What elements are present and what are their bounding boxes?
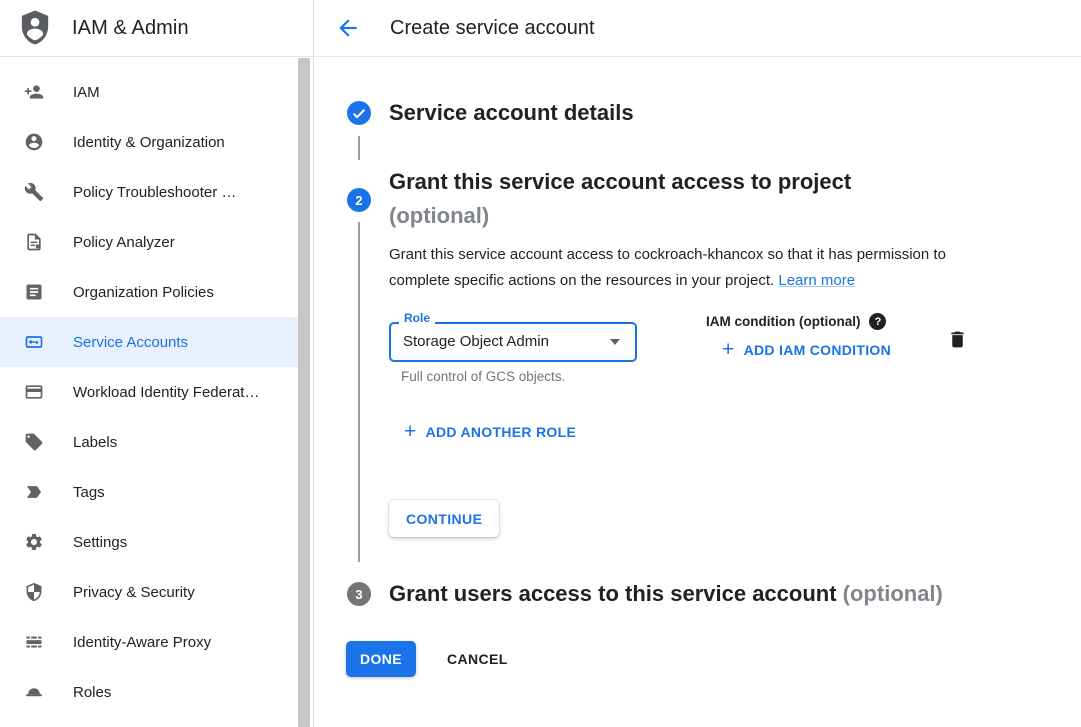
add-another-role-label: ADD ANOTHER ROLE: [426, 424, 577, 440]
sidebar-item-privacy-security[interactable]: Privacy & Security: [0, 567, 300, 617]
sidebar-item-label: Roles: [73, 684, 111, 701]
sidebar-item-identity-organization[interactable]: Identity & Organization: [0, 117, 300, 167]
sidebar-item-policy-troubleshooter[interactable]: Policy Troubleshooter …: [0, 167, 300, 217]
shield-icon: [24, 582, 44, 602]
tag-arrow-icon: [24, 482, 44, 502]
sidebar-item-label: Service Accounts: [73, 334, 188, 351]
service-account-key-icon: [24, 332, 44, 352]
sidebar-item-label: Privacy & Security: [73, 584, 195, 601]
step3-title-text: Grant users access to this service accou…: [389, 581, 837, 606]
sidebar: IAM & Admin IAM Identity & Organization …: [0, 0, 314, 727]
role-field-label: Role: [399, 311, 435, 325]
sidebar-item-label: Policy Troubleshooter …: [73, 184, 236, 201]
sidebar-header: IAM & Admin: [0, 0, 313, 57]
role-select[interactable]: Storage Object Admin: [389, 322, 637, 362]
account-circle-icon: [24, 132, 44, 152]
add-another-role-button[interactable]: + ADD ANOTHER ROLE: [404, 422, 576, 442]
iam-condition-label-text: IAM condition (optional): [706, 314, 860, 329]
gear-icon: [24, 532, 44, 552]
back-arrow-icon[interactable]: [335, 15, 361, 41]
continue-button[interactable]: CONTINUE: [389, 500, 499, 537]
sidebar-title: IAM & Admin: [72, 17, 189, 40]
role-selected-value: Storage Object Admin: [403, 324, 549, 360]
plus-icon: +: [404, 422, 417, 442]
sidebar-item-label: Identity & Organization: [73, 134, 225, 151]
sidebar-item-policy-analyzer[interactable]: Policy Analyzer: [0, 217, 300, 267]
policy-analyzer-icon: [24, 232, 44, 252]
sidebar-item-label: Labels: [73, 434, 117, 451]
sidebar-item-service-accounts[interactable]: Service Accounts: [0, 317, 300, 367]
iam-admin-shield-icon: [17, 9, 53, 47]
step2-description-text: Grant this service account access to coc…: [389, 246, 946, 289]
article-icon: [24, 282, 44, 302]
sidebar-item-identity-aware-proxy[interactable]: Identity-Aware Proxy: [0, 617, 300, 667]
iam-condition-label: IAM condition (optional) ?: [706, 313, 886, 330]
step2-description: Grant this service account access to coc…: [389, 242, 985, 294]
step-connector-line: [358, 136, 360, 160]
hat-icon: [24, 682, 44, 702]
sidebar-item-iam[interactable]: IAM: [0, 67, 300, 117]
step3-badge: 3: [347, 582, 371, 606]
main-header: Create service account: [314, 0, 1081, 57]
delete-role-trash-icon[interactable]: [947, 328, 969, 350]
person-add-icon: [24, 82, 44, 102]
add-iam-condition-label: ADD IAM CONDITION: [744, 342, 891, 358]
step1-title: Service account details: [389, 97, 634, 129]
sidebar-item-label: Tags: [73, 484, 105, 501]
step2-optional-label: (optional): [389, 200, 489, 232]
step1-complete-check-icon: [347, 101, 371, 125]
step2-title: Grant this service account access to pro…: [389, 166, 851, 198]
sidebar-item-label: IAM: [73, 84, 100, 101]
learn-more-link[interactable]: Learn more: [778, 272, 855, 289]
sidebar-nav: IAM Identity & Organization Policy Troub…: [0, 57, 313, 717]
step3-optional-label: (optional): [843, 581, 943, 606]
plus-icon: +: [722, 340, 735, 360]
sidebar-item-label: Identity-Aware Proxy: [73, 634, 211, 651]
sidebar-item-roles[interactable]: Roles: [0, 667, 300, 717]
proxy-grid-icon: [24, 632, 44, 652]
cancel-button[interactable]: CANCEL: [431, 641, 524, 677]
done-button[interactable]: DONE: [346, 641, 416, 677]
main-panel: Create service account Service account d…: [314, 0, 1081, 727]
card-icon: [24, 382, 44, 402]
wrench-icon: [24, 182, 44, 202]
help-icon[interactable]: ?: [869, 313, 886, 330]
sidebar-item-organization-policies[interactable]: Organization Policies: [0, 267, 300, 317]
sidebar-item-workload-identity-federation[interactable]: Workload Identity Federat…: [0, 367, 300, 417]
label-tag-icon: [24, 432, 44, 452]
sidebar-scrollbar[interactable]: [298, 58, 310, 727]
page-title: Create service account: [390, 0, 595, 57]
chevron-down-icon: [610, 339, 620, 345]
sidebar-item-settings[interactable]: Settings: [0, 517, 300, 567]
sidebar-item-label: Policy Analyzer: [73, 234, 175, 251]
sidebar-item-label: Settings: [73, 534, 127, 551]
sidebar-item-labels[interactable]: Labels: [0, 417, 300, 467]
add-iam-condition-button[interactable]: + ADD IAM CONDITION: [722, 340, 891, 360]
step-connector-line: [358, 222, 360, 562]
step3-title: Grant users access to this service accou…: [389, 578, 943, 610]
sidebar-item-label: Workload Identity Federat…: [73, 384, 259, 401]
step2-badge: 2: [347, 188, 371, 212]
role-helper-text: Full control of GCS objects.: [401, 369, 565, 384]
sidebar-item-tags[interactable]: Tags: [0, 467, 300, 517]
sidebar-item-label: Organization Policies: [73, 284, 214, 301]
